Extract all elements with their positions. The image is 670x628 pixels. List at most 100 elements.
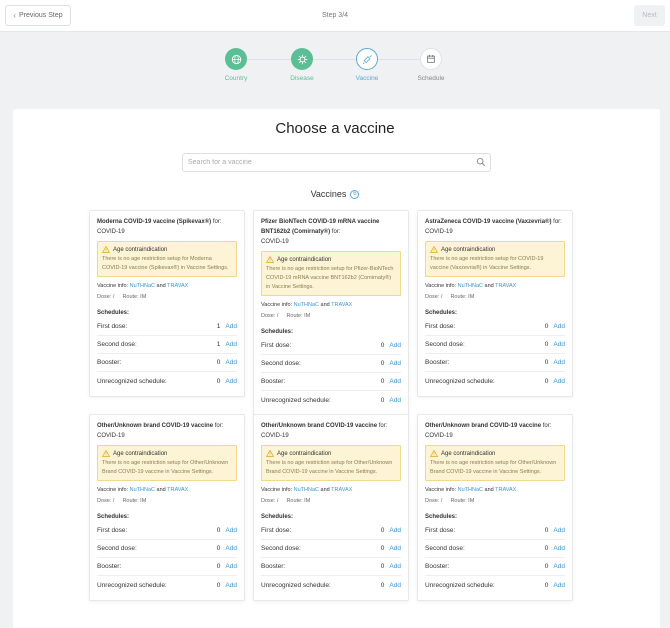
schedule-label: First dose:	[97, 323, 128, 330]
vaccine-name: Moderna COVID-19 vaccine (Spikevax®)	[97, 219, 212, 225]
travax-link[interactable]: TRAVAX	[495, 487, 516, 493]
step-disease[interactable]: Disease	[282, 48, 322, 82]
warning-icon	[430, 246, 438, 253]
add-schedule-button[interactable]: Add	[389, 360, 401, 367]
add-schedule-button[interactable]: Add	[225, 359, 237, 366]
schedule-row: Unrecognized schedule: 0 Add	[97, 372, 237, 390]
schedule-row: Booster: 0 Add	[97, 558, 237, 576]
schedule-label: Second dose:	[97, 545, 137, 552]
schedule-list: First dose: 0 Add Second dose: 0 Add Boo…	[261, 337, 401, 409]
route-value: Route: IM	[122, 294, 147, 300]
nuthnac-link[interactable]: NuTHNaC	[294, 487, 319, 493]
nuthnac-link[interactable]: NuTHNaC	[130, 487, 155, 493]
nuthnac-link[interactable]: NuTHNaC	[458, 283, 483, 289]
schedule-row: First dose: 0 Add	[425, 318, 565, 336]
nuthnac-link[interactable]: NuTHNaC	[130, 283, 155, 289]
add-schedule-button[interactable]: Add	[389, 527, 401, 534]
add-schedule-button[interactable]: Add	[389, 582, 401, 589]
add-schedule-button[interactable]: Add	[389, 545, 401, 552]
vaccine-info-label: Vaccine info:	[261, 487, 293, 493]
step-vaccine[interactable]: Vaccine	[347, 48, 387, 82]
warning-title: Age contraindication	[277, 256, 332, 263]
schedule-row: Second dose: 1 Add	[97, 336, 237, 354]
warning-icon	[102, 246, 110, 253]
vaccine-card[interactable]: Pfizer BioNTech COVID-19 mRNA vaccine BN…	[253, 210, 409, 416]
warning-title: Age contraindication	[441, 450, 496, 457]
schedule-count: 1	[216, 341, 221, 348]
add-schedule-button[interactable]: Add	[389, 378, 401, 385]
route-value: Route: IM	[286, 313, 311, 319]
add-schedule-button[interactable]: Add	[553, 582, 565, 589]
schedule-count: 0	[380, 563, 385, 570]
dose-value: Dose: /	[425, 294, 443, 300]
vaccine-disease: COVID-19	[97, 433, 125, 439]
add-schedule-button[interactable]: Add	[225, 582, 237, 589]
travax-link[interactable]: TRAVAX	[495, 283, 516, 289]
schedule-label: Unrecognized schedule:	[261, 581, 331, 589]
add-schedule-button[interactable]: Add	[389, 397, 401, 404]
warning-icon	[430, 450, 438, 457]
vaccine-info-label: Vaccine info:	[97, 487, 129, 493]
add-schedule-button[interactable]: Add	[553, 563, 565, 570]
add-schedule-button[interactable]: Add	[553, 359, 565, 366]
nuthnac-link[interactable]: NuTHNaC	[294, 302, 319, 308]
page-title: Choose a vaccine	[275, 120, 395, 137]
travax-link[interactable]: TRAVAX	[331, 302, 352, 308]
add-schedule-button[interactable]: Add	[225, 378, 237, 385]
schedule-count: 0	[380, 342, 385, 349]
schedule-row: Unrecognized schedule: 0 Add	[261, 391, 401, 409]
add-schedule-button[interactable]: Add	[553, 341, 565, 348]
dose-route: Dose: / Route: IM	[425, 292, 565, 303]
add-schedule-button[interactable]: Add	[553, 323, 565, 330]
add-schedule-button[interactable]: Add	[389, 342, 401, 349]
schedule-row: Second dose: 0 Add	[97, 540, 237, 558]
add-schedule-button[interactable]: Add	[225, 545, 237, 552]
vaccine-card[interactable]: Moderna COVID-19 vaccine (Spikevax®) for…	[89, 210, 245, 397]
vaccine-card[interactable]: Other/Unknown brand COVID-19 vaccine for…	[89, 414, 245, 601]
vaccine-card[interactable]: Other/Unknown brand COVID-19 vaccine for…	[417, 414, 573, 601]
step-schedule[interactable]: Schedule	[411, 48, 451, 82]
dose-route: Dose: / Route: IM	[425, 496, 565, 507]
vaccine-info: Vaccine info: NuTHNaC and TRAVAX	[97, 281, 237, 292]
schedule-label: Booster:	[97, 359, 122, 366]
add-schedule-button[interactable]: Add	[553, 527, 565, 534]
schedule-label: Unrecognized schedule:	[425, 581, 495, 589]
vaccine-card[interactable]: AstraZeneca COVID-19 vaccine (Vaxzevria®…	[417, 210, 573, 397]
schedule-count: 0	[544, 545, 549, 552]
travax-link[interactable]: TRAVAX	[331, 487, 352, 493]
add-schedule-button[interactable]: Add	[553, 545, 565, 552]
step-country[interactable]: Country	[216, 48, 256, 82]
route-value: Route: IM	[450, 498, 475, 504]
warning-title: Age contraindication	[277, 450, 332, 457]
schedule-row: Second dose: 0 Add	[425, 540, 565, 558]
vaccine-card[interactable]: Other/Unknown brand COVID-19 vaccine for…	[253, 414, 409, 601]
schedule-row: First dose: 0 Add	[261, 522, 401, 540]
route-value: Route: IM	[450, 294, 475, 300]
add-schedule-button[interactable]: Add	[389, 563, 401, 570]
vaccine-for-label: for:	[331, 229, 341, 235]
search-icon[interactable]	[476, 157, 486, 167]
vaccine-info: Vaccine info: NuTHNaC and TRAVAX	[97, 485, 237, 496]
step-label: Vaccine	[355, 75, 379, 82]
travax-link[interactable]: TRAVAX	[167, 487, 188, 493]
travax-link[interactable]: TRAVAX	[167, 283, 188, 289]
schedule-count: 0	[544, 323, 549, 330]
and-text: and	[484, 283, 494, 289]
schedule-count: 0	[544, 377, 549, 385]
search-input[interactable]	[182, 153, 491, 172]
vaccine-info-label: Vaccine info:	[425, 283, 457, 289]
dose-route: Dose: / Route: IM	[97, 496, 237, 507]
add-schedule-button[interactable]: Add	[553, 378, 565, 385]
add-schedule-button[interactable]: Add	[225, 527, 237, 534]
schedule-label: Unrecognized schedule:	[97, 581, 167, 589]
add-schedule-button[interactable]: Add	[225, 341, 237, 348]
schedule-row: Second dose: 0 Add	[425, 336, 565, 354]
add-schedule-button[interactable]: Add	[225, 563, 237, 570]
nuthnac-link[interactable]: NuTHNaC	[458, 487, 483, 493]
warning-text: There is no age restriction setup for Mo…	[102, 256, 229, 271]
vaccine-title: Other/Unknown brand COVID-19 vaccine for…	[425, 421, 565, 441]
next-button[interactable]: Next	[634, 5, 665, 26]
schedule-row: Unrecognized schedule: 0 Add	[425, 576, 565, 594]
add-schedule-button[interactable]: Add	[225, 323, 237, 330]
schedule-count: 0	[544, 527, 549, 534]
